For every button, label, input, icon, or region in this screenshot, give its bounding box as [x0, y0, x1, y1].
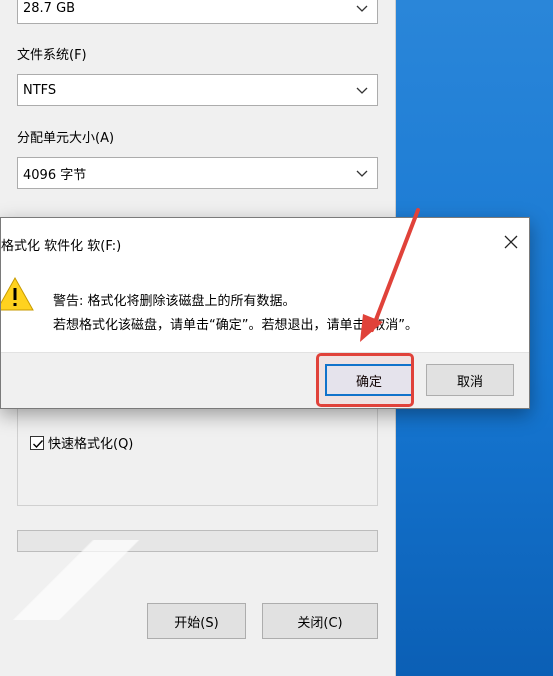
annotation-arrow: [360, 208, 420, 342]
